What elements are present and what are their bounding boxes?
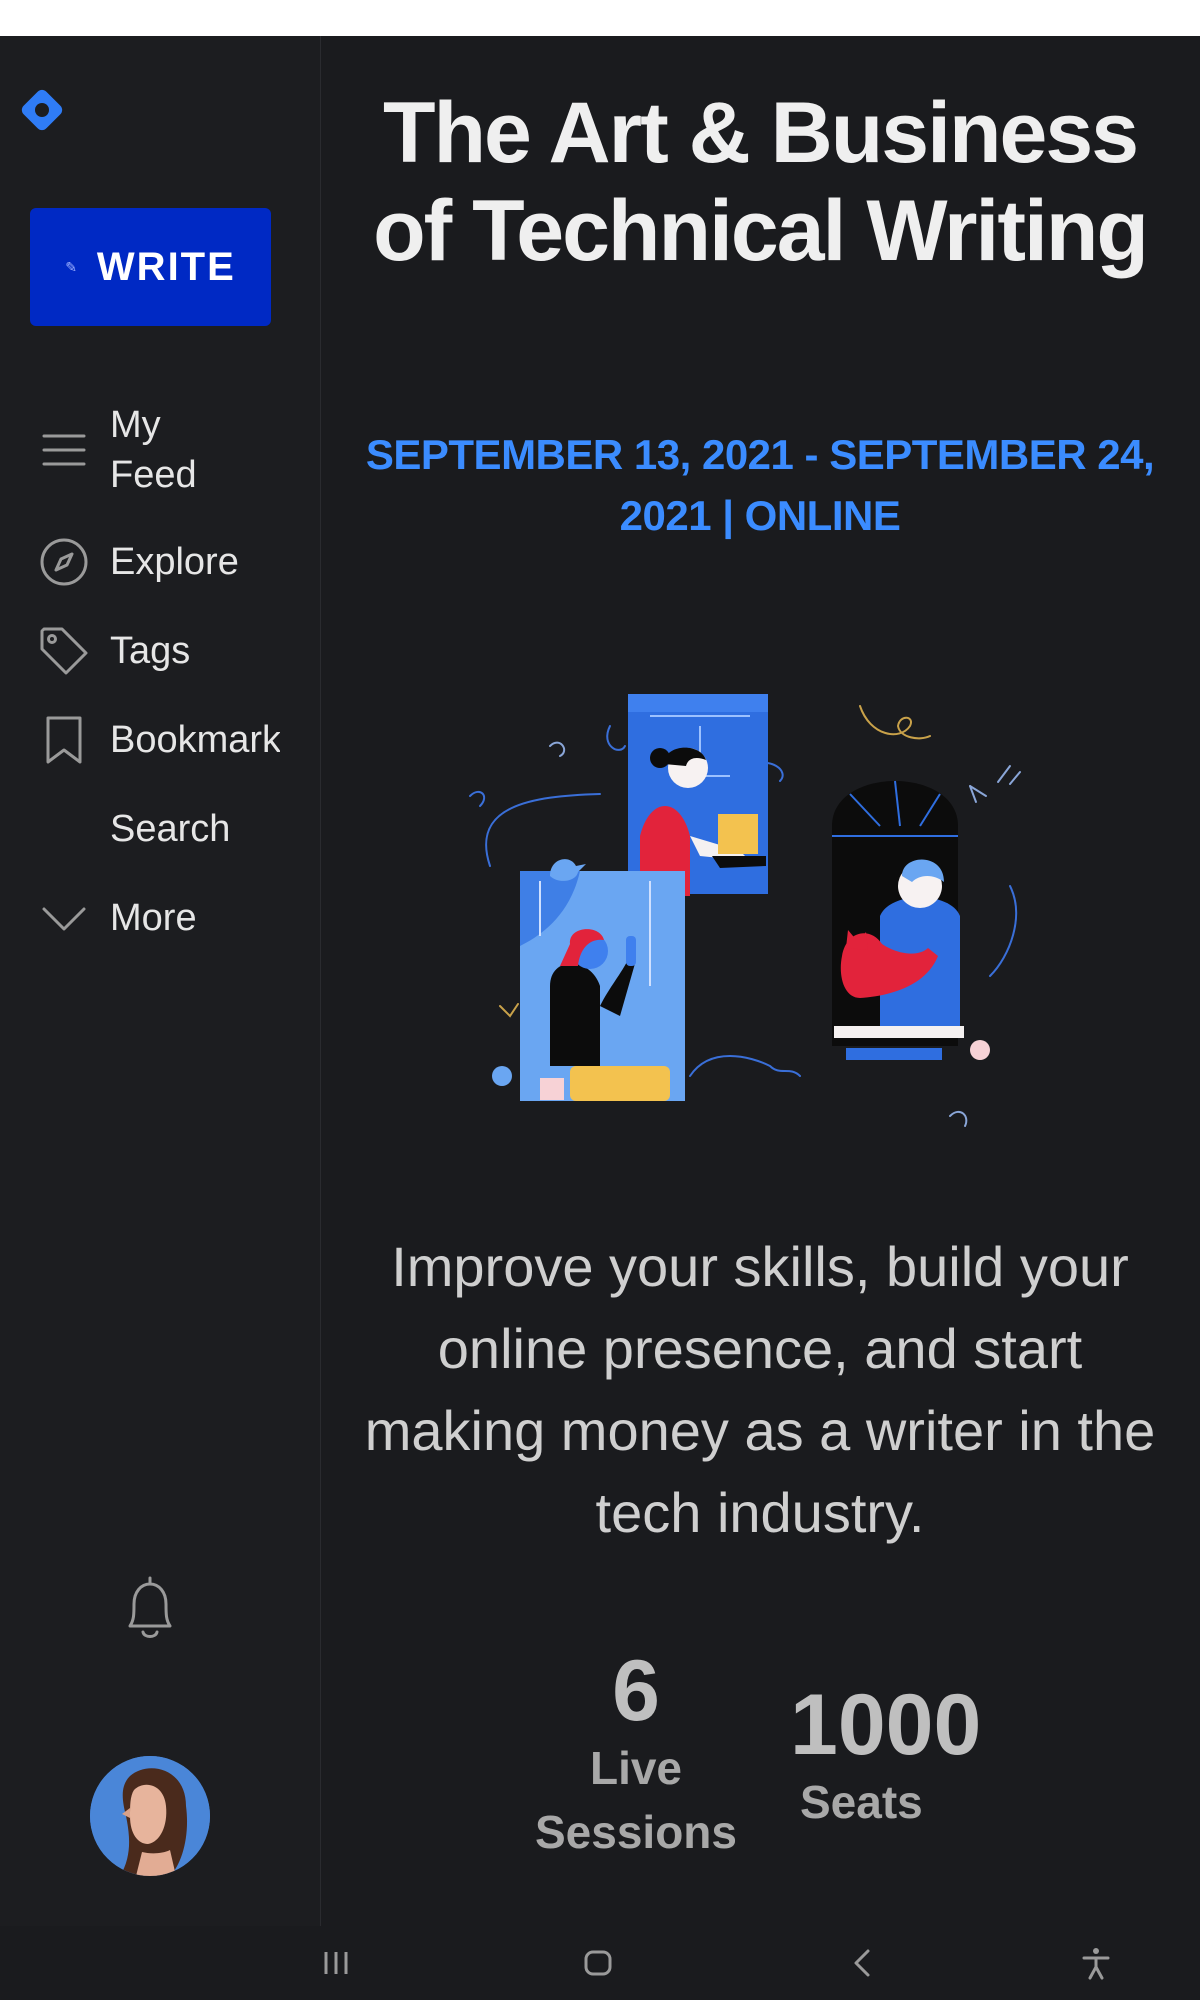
sidebar-item-label: Search — [110, 807, 231, 850]
sidebar-item-tags[interactable]: Tags — [38, 625, 190, 677]
page-title: The Art & Business of Technical Writing — [373, 85, 1149, 279]
tagline: Improve your skills, build your online p… — [364, 1235, 1156, 1544]
event-dates: SEPTEMBER 13, 2021 - SEPTEMBER 24, 2021 … — [365, 431, 1155, 539]
stat-label: Seats — [800, 1776, 923, 1828]
pen-icon: ✎ — [65, 258, 79, 275]
stat-value: 1000 — [790, 1677, 982, 1773]
sidebar-item-my-feed[interactable]: My Feed — [38, 400, 220, 500]
logo-icon[interactable] — [18, 86, 66, 134]
stat-value: 6 — [612, 1643, 660, 1739]
bell-icon[interactable] — [120, 1576, 180, 1644]
sidebar-item-label: Explore — [110, 540, 239, 583]
sidebar-item-label: Tags — [110, 629, 191, 672]
recent-apps-icon[interactable] — [312, 1940, 360, 1986]
stat-seats: 1000 Seats — [790, 1680, 1020, 1834]
compass-icon — [38, 536, 90, 588]
menu-icon — [38, 424, 90, 476]
accessibility-icon[interactable] — [1072, 1940, 1120, 1986]
bookmark-icon — [38, 714, 90, 766]
tag-icon — [38, 625, 90, 677]
home-icon[interactable] — [574, 1940, 622, 1986]
write-button[interactable]: ✎ WRITE — [30, 208, 271, 326]
status-bar — [0, 0, 1200, 36]
write-button-label: WRITE — [96, 244, 236, 289]
stat-sessions: 6 Live Sessions — [526, 1646, 746, 1864]
sidebar-item-label: My Feed — [110, 404, 197, 496]
chevron-down-icon — [38, 892, 90, 944]
sidebar-item-search[interactable]: Search — [38, 803, 230, 855]
sidebar-item-more[interactable]: More — [38, 892, 197, 944]
search-icon — [38, 803, 90, 855]
sidebar-item-explore[interactable]: Explore — [38, 536, 239, 588]
avatar[interactable] — [90, 1756, 210, 1876]
sidebar: ✎ WRITE My Feed Explore Tags Bookmarks S… — [0, 36, 321, 1926]
stat-label: Live Sessions — [535, 1742, 737, 1858]
sidebar-item-bookmarks[interactable]: Bookmarks — [38, 714, 280, 766]
main-content: The Art & Business of Technical Writing … — [320, 36, 1200, 1926]
sidebar-item-label: More — [110, 896, 197, 939]
hero-illustration — [469, 694, 1021, 1127]
back-icon[interactable] — [838, 1940, 886, 1986]
sidebar-item-label: Bookmarks — [110, 718, 280, 761]
system-nav-bar — [0, 1926, 1200, 2000]
